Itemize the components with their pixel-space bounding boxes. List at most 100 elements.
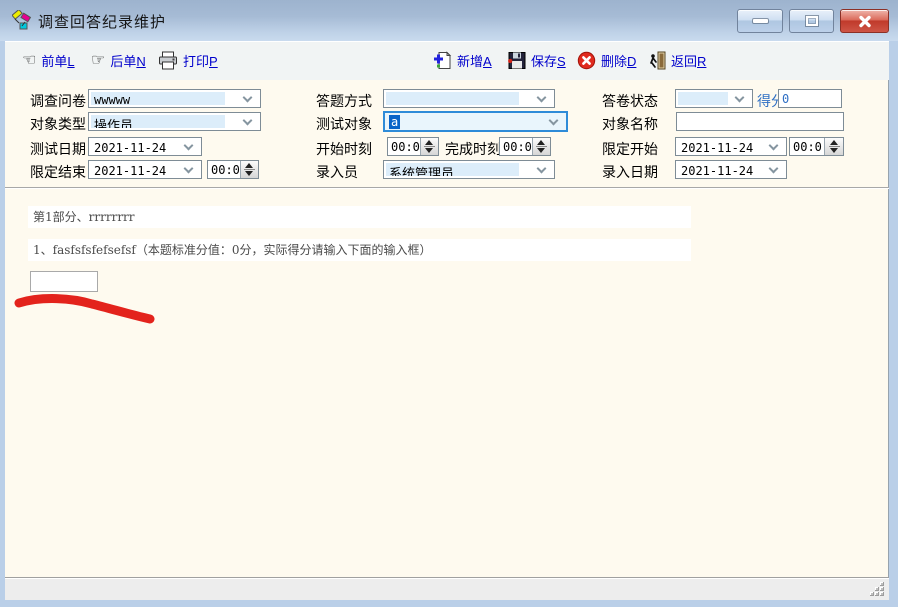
object-name-input[interactable] [676, 112, 844, 131]
save-label: 保存 [531, 54, 557, 69]
finish-time-value: 00:0 [500, 138, 532, 155]
question-strip: 1、fasfsfsfefsefsf（本题标准分值：0分，实际得分请输入下面的输入… [28, 239, 691, 261]
spin-down-icon [537, 148, 545, 153]
return-button[interactable]: 返回R [647, 49, 706, 72]
print-hotkey: P [209, 54, 218, 69]
spinner-up-down-buttons[interactable] [240, 161, 258, 178]
chevron-down-icon [769, 141, 779, 151]
test-date-combo-value: 2021-11-24 [91, 140, 173, 153]
survey-combo[interactable]: wwwww [88, 89, 261, 108]
close-icon [857, 15, 873, 28]
survey-label: 调查问卷 [30, 91, 86, 111]
next-record-label: 后单 [110, 54, 136, 69]
close-button[interactable] [840, 9, 889, 33]
toolbar: ☜ 前单L ☞ 后单N 打印P 新增A [5, 41, 889, 80]
previous-record-button[interactable]: ☜ 前单L [22, 49, 75, 72]
chevron-down-icon [184, 141, 194, 151]
spin-down-icon [245, 171, 253, 176]
answer-mode-label: 答题方式 [316, 91, 372, 111]
chevron-down-icon [243, 116, 253, 126]
spinner-up-down-buttons[interactable] [420, 138, 438, 155]
limit-start-time-spinner[interactable]: 00:0 [789, 137, 844, 156]
entry-user-combo-value: 系统管理员 [386, 163, 519, 176]
new-button[interactable]: 新增A [433, 49, 492, 72]
test-object-label: 测试对象 [316, 114, 372, 134]
spin-up-icon [830, 140, 838, 145]
hand-point-right-icon: ☞ [91, 53, 105, 69]
limit-start-date-combo[interactable]: 2021-11-24 [675, 137, 787, 156]
spin-separator [244, 169, 255, 170]
chevron-down-icon [735, 93, 745, 103]
start-time-label: 开始时刻 [316, 139, 372, 159]
next-record-button[interactable]: ☞ 后单N [91, 49, 146, 72]
save-hotkey: S [557, 54, 566, 69]
answer-score-input[interactable] [30, 271, 98, 292]
hand-point-left-icon: ☜ [22, 53, 36, 69]
print-button[interactable]: 打印P [158, 49, 218, 72]
chevron-down-icon [184, 164, 194, 174]
test-object-combo-value: a [389, 115, 400, 129]
limit-end-time-spinner[interactable]: 00:0 [207, 160, 259, 179]
new-record-icon [433, 51, 452, 70]
object-type-combo[interactable]: 操作员 [88, 112, 261, 131]
maximize-button[interactable] [789, 9, 834, 33]
save-button[interactable]: 保存S [507, 49, 566, 72]
resize-grip[interactable] [869, 581, 884, 596]
limit-end-date-combo[interactable]: 2021-11-24 [88, 160, 202, 179]
minimize-icon [753, 19, 768, 23]
limit-start-time-value: 00:0 [790, 138, 824, 155]
test-object-combo[interactable]: a [383, 111, 568, 132]
object-type-label: 对象类型 [30, 114, 86, 134]
spin-down-icon [830, 148, 838, 153]
maximize-icon [806, 16, 818, 26]
entry-date-label: 录入日期 [602, 162, 658, 182]
start-time-spinner[interactable]: 00:0 [387, 137, 439, 156]
entry-date-combo[interactable]: 2021-11-24 [675, 160, 787, 179]
delete-button[interactable]: 删除D [577, 49, 636, 72]
save-icon [507, 51, 526, 70]
sheet-status-combo[interactable] [675, 89, 753, 108]
score-input[interactable] [778, 89, 842, 108]
limit-end-time-value: 00:0 [208, 161, 240, 178]
entry-user-label: 录入员 [316, 162, 358, 182]
spin-separator [424, 146, 435, 147]
chevron-down-icon [537, 93, 547, 103]
spinner-up-down-buttons[interactable] [532, 138, 550, 155]
printer-icon [158, 51, 178, 70]
title-bar: 调查回答纪录维护 [0, 0, 898, 41]
minimize-button[interactable] [737, 9, 783, 33]
answer-mode-combo[interactable] [383, 89, 555, 108]
survey-combo-value: wwwww [91, 92, 225, 105]
new-hotkey: A [483, 54, 492, 69]
object-name-label: 对象名称 [602, 114, 658, 134]
question-text: 1、fasfsfsfefsefsf（本题标准分值：0分，实际得分请输入下面的输入… [28, 239, 691, 261]
test-date-combo[interactable]: 2021-11-24 [88, 137, 202, 156]
entry-user-combo[interactable]: 系统管理员 [383, 160, 555, 179]
delete-label: 删除 [601, 54, 627, 69]
next-record-hotkey: N [136, 54, 145, 69]
return-hotkey: R [697, 54, 706, 69]
spin-down-icon [425, 148, 433, 153]
limit-end-label: 限定结束 [30, 162, 86, 182]
finish-time-spinner[interactable]: 00:0 [499, 137, 551, 156]
spin-separator [829, 146, 840, 147]
previous-record-hotkey: L [67, 54, 74, 69]
section-title-strip: 第1部分、rrrrrrrr [28, 206, 691, 228]
sheet-status-label: 答卷状态 [602, 91, 658, 111]
delete-hotkey: D [627, 54, 636, 69]
object-type-combo-value: 操作员 [91, 115, 225, 128]
chevron-down-icon [549, 116, 559, 126]
limit-start-label: 限定开始 [602, 139, 658, 159]
answer-mode-combo-value [386, 92, 519, 105]
limit-start-date-value: 2021-11-24 [678, 140, 758, 153]
start-time-value: 00:0 [388, 138, 420, 155]
section-title: 第1部分、rrrrrrrr [28, 206, 691, 228]
spin-up-icon [425, 140, 433, 145]
chevron-down-icon [769, 164, 779, 174]
delete-icon [577, 51, 596, 70]
entry-date-value: 2021-11-24 [678, 163, 758, 176]
sheet-status-combo-value [678, 92, 728, 105]
spinner-up-down-buttons[interactable] [824, 138, 843, 155]
window-title: 调查回答纪录维护 [38, 11, 166, 32]
new-label: 新增 [457, 54, 483, 69]
